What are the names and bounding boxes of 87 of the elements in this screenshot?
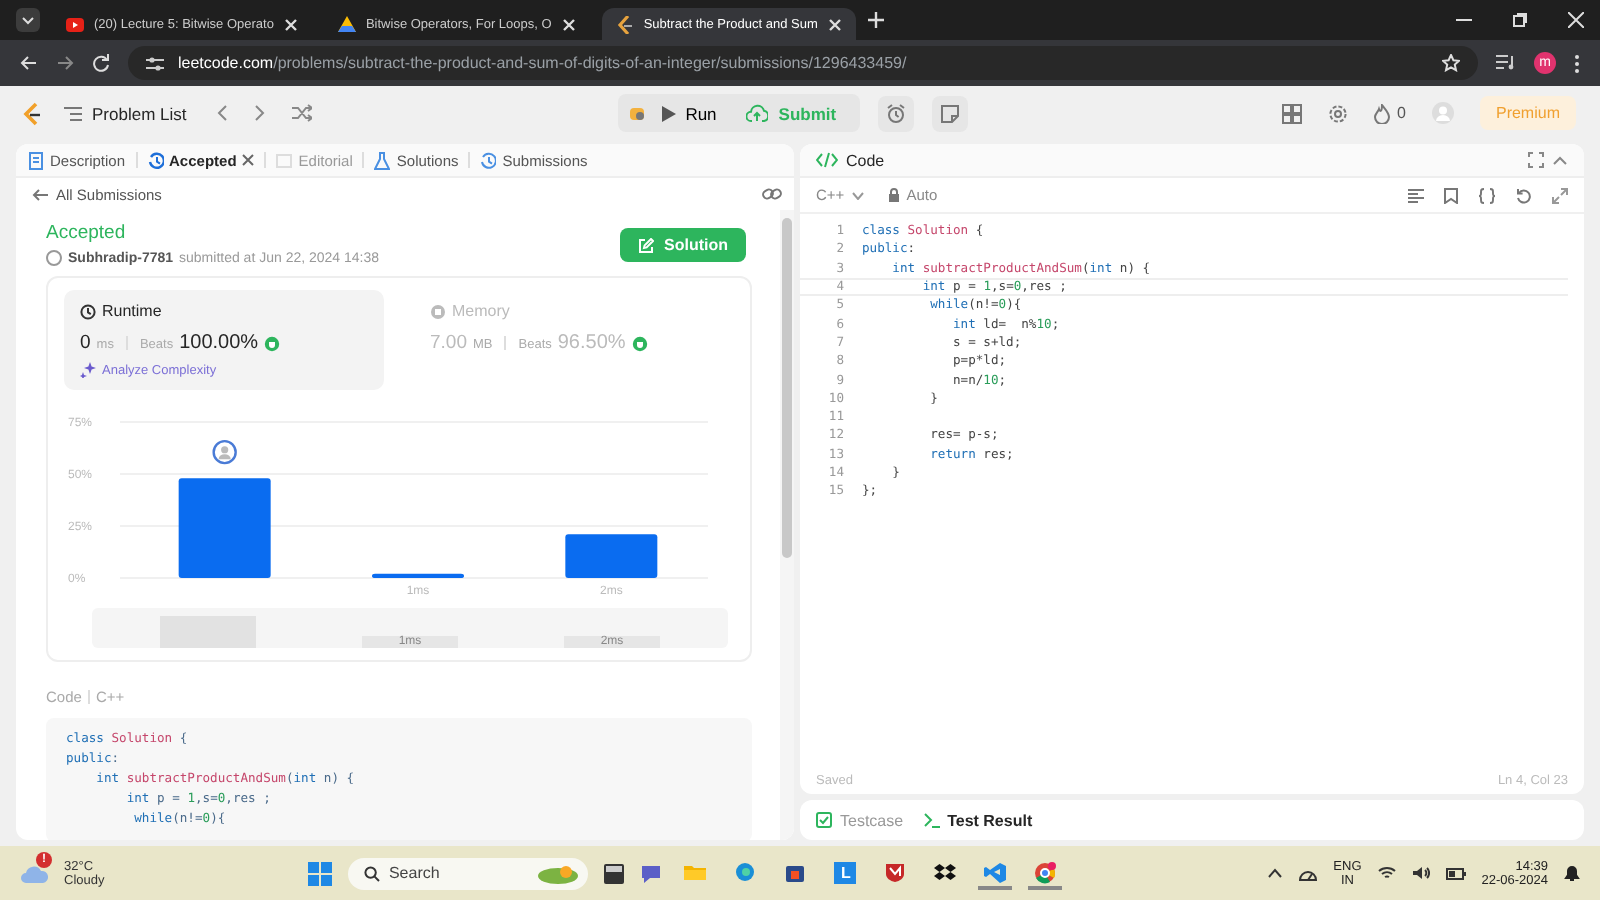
cloud-icon [20, 863, 48, 883]
forward-icon[interactable] [56, 54, 74, 72]
new-tab-icon[interactable] [867, 12, 884, 28]
chart-bar[interactable] [372, 573, 464, 578]
next-icon[interactable] [254, 104, 267, 122]
note-icon[interactable] [932, 95, 969, 131]
panel-title: Code [846, 151, 885, 169]
meter-icon[interactable] [1297, 865, 1318, 881]
battery-icon[interactable] [1445, 867, 1466, 879]
alarm-clock-icon[interactable] [878, 95, 915, 131]
media-list-icon[interactable] [1496, 54, 1516, 72]
user-avatar-icon [212, 439, 237, 465]
fullscreen-icon[interactable] [1528, 152, 1544, 168]
link-icon[interactable] [762, 186, 782, 202]
tab-list-icon[interactable] [16, 8, 40, 32]
stat-value: 7.00 [430, 332, 467, 354]
stat-value: 0 [80, 332, 91, 354]
streak-counter[interactable]: 0 [1373, 103, 1406, 123]
window-icon[interactable] [604, 863, 625, 883]
collapse-icon[interactable] [1552, 154, 1568, 166]
bookmark-icon[interactable] [1444, 187, 1458, 203]
terminal-icon [923, 812, 940, 828]
list-icon [64, 105, 82, 121]
more-menu-icon[interactable] [1574, 53, 1580, 73]
previous-icon[interactable] [216, 104, 229, 122]
solutions-icon [374, 151, 391, 169]
accepted-icon [147, 151, 164, 169]
submissions-icon [480, 151, 497, 169]
caret-icon [852, 191, 865, 199]
result-status: Accepted [46, 222, 128, 244]
stat-label: Memory [452, 302, 510, 320]
checkbox-icon [816, 812, 832, 828]
code-icon [816, 152, 838, 168]
search-field[interactable]: Search [348, 857, 589, 889]
settings-icon[interactable] [1327, 103, 1348, 123]
description-icon [28, 151, 44, 169]
trophy-icon [631, 335, 648, 351]
speaker-icon[interactable] [1411, 866, 1430, 880]
url-text: leetcode.com/problems/subtract-the-product-and-sum-of-digits-of-an-integer/submissions/1296433459/ [178, 54, 907, 72]
user-avatar-icon [46, 250, 62, 266]
ribbon-icon[interactable] [984, 862, 1007, 884]
flame-icon [1373, 103, 1390, 123]
expand-icon[interactable] [1552, 187, 1568, 203]
trophy-icon [264, 335, 281, 351]
beats-percent: 96.50% [557, 332, 626, 354]
chrome-icon[interactable] [1034, 862, 1057, 884]
problem-list-button[interactable]: Problem List [60, 103, 191, 123]
panel-tab[interactable]: Test Result [923, 811, 1033, 829]
start-icon[interactable] [308, 861, 333, 885]
logo-icon[interactable] [22, 101, 42, 125]
address-field[interactable]: leetcode.com/problems/subtract-the-product-and-sum-of-digits-of-an-integer/submissions/1296433459/ [128, 46, 1478, 80]
diamonds-icon[interactable] [934, 862, 957, 884]
lock-icon [888, 188, 901, 202]
store-icon[interactable] [784, 862, 807, 884]
reset-icon[interactable] [1516, 187, 1532, 203]
format-icon[interactable] [1408, 187, 1424, 203]
clock-icon [80, 303, 96, 319]
play-icon [661, 105, 676, 121]
favicon-icon [66, 15, 84, 33]
search-icon [364, 865, 381, 881]
cloud-upload-icon [746, 104, 769, 122]
site-settings-icon [146, 55, 164, 71]
favicon-icon [337, 15, 356, 33]
back-icon[interactable] [20, 54, 38, 72]
sparkle-icon [80, 362, 96, 378]
braces-icon[interactable] [1478, 187, 1496, 203]
shuffle-icon[interactable] [292, 104, 313, 122]
restore-icon[interactable] [1512, 12, 1528, 28]
reload-icon[interactable] [92, 54, 110, 72]
scrollbar[interactable] [780, 210, 794, 840]
bookmark-star-icon[interactable] [1442, 54, 1460, 72]
chat-icon[interactable] [640, 863, 663, 883]
letter-tile[interactable]: L [834, 862, 857, 884]
close-icon[interactable] [242, 154, 255, 166]
wifi-icon[interactable] [1377, 866, 1396, 880]
editorial-icon [276, 151, 293, 169]
beats-percent: 100.00% [179, 332, 259, 354]
bell-icon[interactable] [1564, 864, 1581, 882]
edit-icon [638, 237, 654, 253]
shield-icon[interactable] [884, 862, 907, 884]
layout-grid-icon[interactable] [1281, 103, 1302, 123]
back-arrow-icon [32, 187, 48, 201]
stat-label: Runtime [102, 302, 162, 320]
run-button[interactable]: Run [647, 94, 731, 132]
favicon-icon [615, 15, 634, 33]
chevron-up-icon[interactable] [1267, 868, 1282, 878]
landscape-icon [536, 863, 581, 883]
